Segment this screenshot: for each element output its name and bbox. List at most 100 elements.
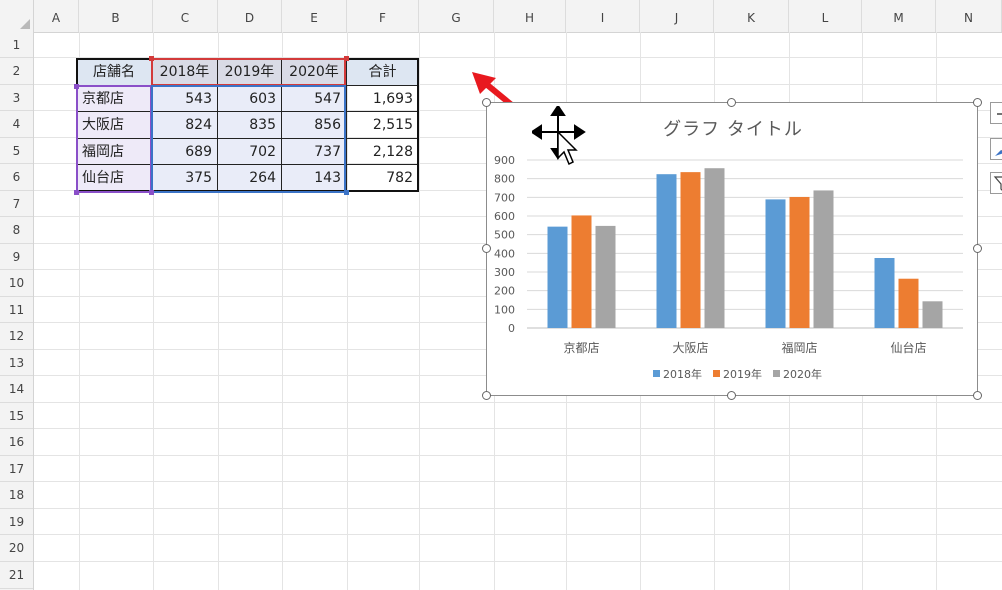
y-tick-label: 400 [494, 247, 515, 260]
filter-icon [993, 176, 1002, 191]
bar[interactable] [571, 215, 592, 328]
column-header-J[interactable]: J [640, 0, 714, 32]
chart-resize-handle-l[interactable] [482, 244, 491, 253]
column-header-A[interactable]: A [34, 0, 79, 32]
bar[interactable] [547, 226, 568, 328]
chart-styles-button[interactable] [990, 138, 1002, 160]
row-header-18[interactable]: 18 [0, 482, 33, 509]
bar[interactable] [704, 168, 725, 328]
bar[interactable] [765, 199, 786, 328]
chart-resize-handle-tr[interactable] [973, 98, 982, 107]
bar[interactable] [680, 172, 701, 328]
column-header-I[interactable]: I [566, 0, 640, 32]
chart-source-range-series-names [151, 58, 346, 86]
column-header-C[interactable]: C [153, 0, 218, 32]
header-cell-store[interactable]: 店舗名 [77, 59, 152, 86]
table-cell-total[interactable]: 1,693 [347, 86, 419, 112]
row-header-10[interactable]: 10 [0, 270, 33, 297]
column-header-B[interactable]: B [79, 0, 153, 32]
y-tick-label: 200 [494, 285, 515, 298]
row-header-20[interactable]: 20 [0, 535, 33, 562]
chart-elements-button[interactable] [990, 102, 1002, 124]
row-header-2[interactable]: 2 [0, 58, 33, 85]
table-cell-total[interactable]: 782 [347, 165, 419, 192]
bar[interactable] [922, 301, 943, 328]
row-header-6[interactable]: 6 [0, 164, 33, 191]
chart-resize-handle-r[interactable] [973, 244, 982, 253]
range-handle[interactable] [74, 84, 79, 89]
row-header-11[interactable]: 11 [0, 297, 33, 323]
row-header-19[interactable]: 19 [0, 509, 33, 535]
move-cursor-icon [532, 106, 586, 166]
grid-row-line [34, 561, 1002, 562]
x-category-label: 福岡店 [781, 340, 817, 355]
select-all-corner[interactable] [0, 0, 34, 32]
legend-label: 2020年 [783, 367, 822, 381]
bar[interactable] [874, 258, 895, 328]
row-header-17[interactable]: 17 [0, 456, 33, 482]
column-header-N[interactable]: N [936, 0, 1002, 32]
chart-resize-handle-bl[interactable] [482, 391, 491, 400]
range-handle[interactable] [344, 56, 349, 61]
bar[interactable] [789, 196, 810, 328]
range-handle[interactable] [344, 190, 349, 195]
header-cell-total[interactable]: 合計 [347, 59, 419, 86]
column-header-H[interactable]: H [494, 0, 566, 32]
row-header-16[interactable]: 16 [0, 429, 33, 456]
chart-filters-button[interactable] [990, 172, 1002, 194]
column-header-M[interactable]: M [862, 0, 936, 32]
arrow-pointer-icon [557, 130, 578, 166]
row-header-3[interactable]: 3 [0, 85, 33, 111]
bar[interactable] [595, 225, 616, 328]
row-header-15[interactable]: 15 [0, 403, 33, 429]
y-tick-label: 900 [494, 154, 515, 167]
row-header-5[interactable]: 5 [0, 138, 33, 164]
row-header-4[interactable]: 4 [0, 111, 33, 138]
bar[interactable] [813, 190, 834, 328]
column-header-G[interactable]: G [419, 0, 494, 32]
x-category-label: 大阪店 [672, 341, 708, 355]
range-handle[interactable] [74, 190, 79, 195]
grid-row-line [34, 428, 1002, 429]
row-header-13[interactable]: 13 [0, 350, 33, 376]
y-tick-label: 0 [508, 322, 515, 335]
y-tick-label: 700 [494, 191, 515, 204]
y-tick-label: 300 [494, 266, 515, 279]
chart-resize-handle-t[interactable] [727, 98, 736, 107]
brush-icon [995, 149, 1002, 156]
select-all-triangle [20, 19, 30, 29]
legend-swatch [713, 370, 720, 377]
chart-resize-handle-b[interactable] [727, 391, 736, 400]
chart-source-range-values [151, 85, 346, 193]
column-header-bar: A B C D E F G H I J K L M N [0, 0, 1002, 33]
legend-swatch [653, 370, 660, 377]
chart-resize-handle-br[interactable] [973, 391, 982, 400]
column-header-D[interactable]: D [218, 0, 282, 32]
grid-row-line [34, 481, 1002, 482]
column-header-K[interactable]: K [714, 0, 789, 32]
table-cell-total[interactable]: 2,515 [347, 112, 419, 139]
row-header-7[interactable]: 7 [0, 191, 33, 217]
row-header-21[interactable]: 21 [0, 562, 33, 589]
bar[interactable] [656, 174, 677, 328]
range-handle[interactable] [149, 190, 154, 195]
row-header-8[interactable]: 8 [0, 217, 33, 244]
column-header-F[interactable]: F [347, 0, 419, 32]
y-tick-label: 100 [494, 303, 515, 316]
table-cell-total[interactable]: 2,128 [347, 139, 419, 165]
row-header-14[interactable]: 14 [0, 376, 33, 403]
legend-label: 2019年 [723, 367, 762, 381]
y-tick-label: 600 [494, 210, 515, 223]
grid-row-line [34, 455, 1002, 456]
row-header-12[interactable]: 12 [0, 323, 33, 350]
row-header-9[interactable]: 9 [0, 244, 33, 270]
x-category-label: 京都店 [563, 341, 599, 355]
row-header-1[interactable]: 1 [0, 32, 33, 58]
range-handle[interactable] [149, 56, 154, 61]
grid-row-line [34, 508, 1002, 509]
bar[interactable] [898, 278, 919, 328]
grid-row-line [34, 402, 1002, 403]
chart-resize-handle-tl[interactable] [482, 98, 491, 107]
column-header-L[interactable]: L [789, 0, 862, 32]
column-header-E[interactable]: E [282, 0, 347, 32]
